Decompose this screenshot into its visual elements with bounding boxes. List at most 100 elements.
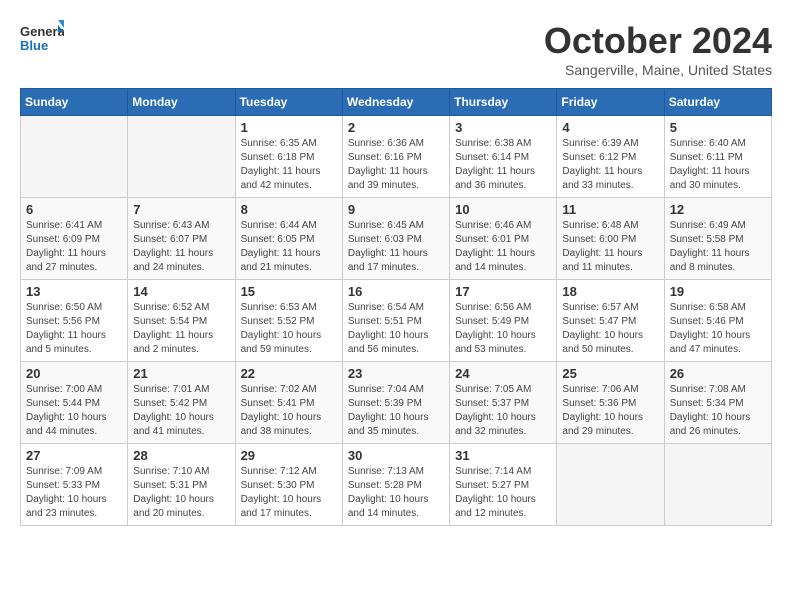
calendar-cell: 6 Sunrise: 6:41 AM Sunset: 6:09 PM Daylig… [21,198,128,280]
day-info: Sunrise: 6:41 AM Sunset: 6:09 PM Dayligh… [26,219,122,275]
calendar-cell [21,116,128,198]
day-number: 10 [455,202,551,217]
svg-text:General: General [20,24,64,39]
day-number: 1 [241,120,337,135]
calendar-cell: 1 Sunrise: 6:35 AM Sunset: 6:18 PM Daylig… [235,116,342,198]
calendar-header: SundayMondayTuesdayWednesdayThursdayFrid… [21,89,772,116]
day-number: 20 [26,366,122,381]
calendar-cell: 4 Sunrise: 6:39 AM Sunset: 6:12 PM Daylig… [557,116,664,198]
day-number: 17 [455,284,551,299]
day-info: Sunrise: 6:35 AM Sunset: 6:18 PM Dayligh… [241,137,337,193]
calendar-cell [128,116,235,198]
svg-text:Blue: Blue [20,38,48,53]
day-number: 6 [26,202,122,217]
page-header: General Blue October 2024 Sangerville, M… [20,20,772,78]
calendar-cell [664,444,771,526]
day-number: 11 [562,202,658,217]
calendar-table: SundayMondayTuesdayWednesdayThursdayFrid… [20,88,772,526]
day-info: Sunrise: 7:05 AM Sunset: 5:37 PM Dayligh… [455,383,551,439]
calendar-cell: 7 Sunrise: 6:43 AM Sunset: 6:07 PM Daylig… [128,198,235,280]
day-number: 27 [26,448,122,463]
day-info: Sunrise: 6:50 AM Sunset: 5:56 PM Dayligh… [26,301,122,357]
calendar-cell: 3 Sunrise: 6:38 AM Sunset: 6:14 PM Daylig… [450,116,557,198]
calendar-cell: 19 Sunrise: 6:58 AM Sunset: 5:46 PM Dayli… [664,280,771,362]
location: Sangerville, Maine, United States [544,62,772,78]
calendar-cell: 29Sunrise: 7:12 AM Sunset: 5:30 PM Dayli… [235,444,342,526]
day-number: 26 [670,366,766,381]
day-info: Sunrise: 6:39 AM Sunset: 6:12 PM Dayligh… [562,137,658,193]
day-info: Sunrise: 7:06 AM Sunset: 5:36 PM Dayligh… [562,383,658,439]
calendar-cell: 13 Sunrise: 6:50 AM Sunset: 5:56 PM Dayli… [21,280,128,362]
day-number: 21 [133,366,229,381]
day-info: Sunrise: 7:12 AM Sunset: 5:30 PM Dayligh… [241,465,337,521]
calendar-cell: 8Sunrise: 6:44 AM Sunset: 6:05 PM Daylig… [235,198,342,280]
day-info: Sunrise: 6:53 AM Sunset: 5:52 PM Dayligh… [241,301,337,357]
day-number: 4 [562,120,658,135]
calendar-cell: 15 Sunrise: 6:53 AM Sunset: 5:52 PM Dayli… [235,280,342,362]
title-block: October 2024 Sangerville, Maine, United … [544,20,772,78]
calendar-cell: 14 Sunrise: 6:52 AM Sunset: 5:54 PM Dayli… [128,280,235,362]
day-info: Sunrise: 7:01 AM Sunset: 5:42 PM Dayligh… [133,383,229,439]
calendar-body: 1 Sunrise: 6:35 AM Sunset: 6:18 PM Daylig… [21,116,772,526]
day-info: Sunrise: 7:02 AM Sunset: 5:41 PM Dayligh… [241,383,337,439]
day-info: Sunrise: 6:36 AM Sunset: 6:16 PM Dayligh… [348,137,444,193]
day-info: Sunrise: 6:40 AM Sunset: 6:11 PM Dayligh… [670,137,766,193]
day-info: Sunrise: 7:00 AM Sunset: 5:44 PM Dayligh… [26,383,122,439]
weekday-header: Friday [557,89,664,116]
day-info: Sunrise: 6:54 AM Sunset: 5:51 PM Dayligh… [348,301,444,357]
day-info: Sunrise: 6:48 AM Sunset: 6:00 PM Dayligh… [562,219,658,275]
day-info: Sunrise: 7:14 AM Sunset: 5:27 PM Dayligh… [455,465,551,521]
day-number: 28 [133,448,229,463]
day-info: Sunrise: 6:46 AM Sunset: 6:01 PM Dayligh… [455,219,551,275]
day-info: Sunrise: 6:38 AM Sunset: 6:14 PM Dayligh… [455,137,551,193]
day-number: 13 [26,284,122,299]
day-info: Sunrise: 6:57 AM Sunset: 5:47 PM Dayligh… [562,301,658,357]
calendar-cell: 22 Sunrise: 7:02 AM Sunset: 5:41 PM Dayli… [235,362,342,444]
day-info: Sunrise: 7:13 AM Sunset: 5:28 PM Dayligh… [348,465,444,521]
day-info: Sunrise: 7:10 AM Sunset: 5:31 PM Dayligh… [133,465,229,521]
day-info: Sunrise: 6:45 AM Sunset: 6:03 PM Dayligh… [348,219,444,275]
weekday-header: Tuesday [235,89,342,116]
day-number: 5 [670,120,766,135]
day-number: 24 [455,366,551,381]
day-info: Sunrise: 6:52 AM Sunset: 5:54 PM Dayligh… [133,301,229,357]
month-title: October 2024 [544,20,772,62]
calendar-cell: 16 Sunrise: 6:54 AM Sunset: 5:51 PM Dayli… [342,280,449,362]
day-number: 7 [133,202,229,217]
day-number: 22 [241,366,337,381]
day-number: 16 [348,284,444,299]
day-info: Sunrise: 6:58 AM Sunset: 5:46 PM Dayligh… [670,301,766,357]
day-info: Sunrise: 6:43 AM Sunset: 6:07 PM Dayligh… [133,219,229,275]
day-number: 9 [348,202,444,217]
calendar-cell: 24 Sunrise: 7:05 AM Sunset: 5:37 PM Dayli… [450,362,557,444]
weekday-header: Sunday [21,89,128,116]
calendar-cell: 23Sunrise: 7:04 AM Sunset: 5:39 PM Dayli… [342,362,449,444]
day-number: 19 [670,284,766,299]
calendar-cell: 25 Sunrise: 7:06 AM Sunset: 5:36 PM Dayli… [557,362,664,444]
calendar-cell: 11 Sunrise: 6:48 AM Sunset: 6:00 PM Dayli… [557,198,664,280]
calendar-cell: 21 Sunrise: 7:01 AM Sunset: 5:42 PM Dayli… [128,362,235,444]
day-info: Sunrise: 6:44 AM Sunset: 6:05 PM Dayligh… [241,219,337,275]
calendar-cell: 27 Sunrise: 7:09 AM Sunset: 5:33 PM Dayli… [21,444,128,526]
calendar-cell: 9 Sunrise: 6:45 AM Sunset: 6:03 PM Daylig… [342,198,449,280]
logo-icon: General Blue [20,20,64,56]
calendar-cell: 20 Sunrise: 7:00 AM Sunset: 5:44 PM Dayli… [21,362,128,444]
day-number: 31 [455,448,551,463]
day-number: 15 [241,284,337,299]
weekday-header: Monday [128,89,235,116]
day-info: Sunrise: 7:09 AM Sunset: 5:33 PM Dayligh… [26,465,122,521]
calendar-cell [557,444,664,526]
day-number: 2 [348,120,444,135]
day-number: 23 [348,366,444,381]
weekday-header: Thursday [450,89,557,116]
day-number: 14 [133,284,229,299]
calendar-cell: 10 Sunrise: 6:46 AM Sunset: 6:01 PM Dayli… [450,198,557,280]
weekday-header: Wednesday [342,89,449,116]
calendar-cell: 31 Sunrise: 7:14 AM Sunset: 5:27 PM Dayli… [450,444,557,526]
day-number: 3 [455,120,551,135]
day-number: 25 [562,366,658,381]
day-info: Sunrise: 7:08 AM Sunset: 5:34 PM Dayligh… [670,383,766,439]
calendar-cell: 12Sunrise: 6:49 AM Sunset: 5:58 PM Dayli… [664,198,771,280]
day-number: 30 [348,448,444,463]
day-info: Sunrise: 6:49 AM Sunset: 5:58 PM Dayligh… [670,219,766,275]
